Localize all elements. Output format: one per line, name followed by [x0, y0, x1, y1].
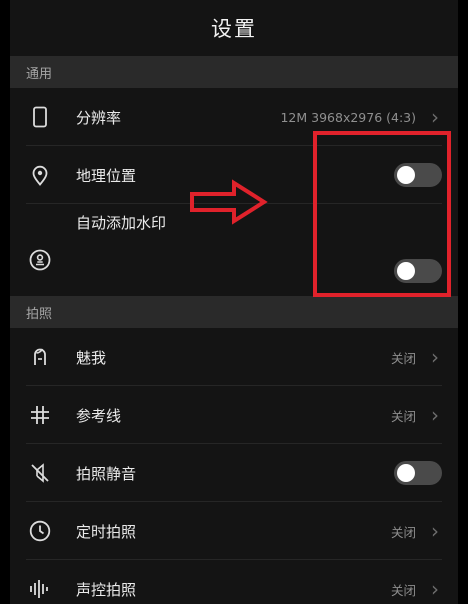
- mute-label: 拍照静音: [76, 464, 137, 483]
- voice-value: 关闭: [390, 582, 416, 598]
- location-pin-icon: [28, 163, 52, 187]
- stamp-icon: [28, 248, 52, 272]
- mute-icon: [28, 461, 52, 485]
- resolution-value: 12M 3968x2976 (4:3): [280, 109, 416, 125]
- watermark-label: 自动添加水印: [76, 214, 167, 232]
- voice-row[interactable]: 声控拍照 关闭 ›: [10, 560, 458, 604]
- title-bar: 设置: [10, 0, 458, 56]
- beauty-value: 关闭: [390, 350, 416, 366]
- grid-label: 参考线: [76, 406, 122, 425]
- grid-row[interactable]: 参考线 关闭 ›: [10, 386, 458, 444]
- chevron-right-icon: ›: [431, 403, 439, 427]
- settings-screen: 设置 通用 分辨率 12M 3968x2976 (4:3) › 地理位置 自动添…: [10, 0, 458, 604]
- timer-label: 定时拍照: [76, 522, 137, 541]
- chevron-right-icon: ›: [431, 577, 439, 601]
- location-label: 地理位置: [76, 166, 137, 185]
- grid-value: 关闭: [390, 408, 416, 424]
- clock-icon: [28, 519, 52, 543]
- mute-row: 拍照静音: [10, 444, 458, 502]
- watermark-label-wrap: 自动添加水印: [76, 204, 166, 296]
- section-header-photo: 拍照: [10, 296, 458, 328]
- smartphone-icon: [28, 105, 52, 129]
- section-title: 拍照: [26, 306, 53, 322]
- chevron-right-icon: ›: [431, 519, 439, 543]
- chevron-right-icon: ›: [431, 105, 439, 129]
- annotation-highlight-box: [313, 131, 451, 297]
- section-title: 通用: [26, 66, 53, 82]
- mute-toggle[interactable]: [394, 461, 442, 485]
- annotation-arrow-icon: [190, 179, 268, 225]
- beauty-row[interactable]: 魅我 关闭 ›: [10, 328, 458, 386]
- resolution-label: 分辨率: [76, 108, 122, 127]
- toggle-knob: [397, 464, 415, 482]
- section-header-general: 通用: [10, 56, 458, 88]
- page-title: 设置: [211, 17, 257, 41]
- timer-row[interactable]: 定时拍照 关闭 ›: [10, 502, 458, 560]
- chevron-right-icon: ›: [431, 345, 439, 369]
- sound-wave-icon: [28, 577, 52, 601]
- beauty-face-icon: [28, 345, 52, 369]
- beauty-label: 魅我: [76, 348, 107, 367]
- timer-value: 关闭: [390, 524, 416, 540]
- grid-icon: [28, 403, 52, 427]
- voice-label: 声控拍照: [76, 580, 137, 599]
